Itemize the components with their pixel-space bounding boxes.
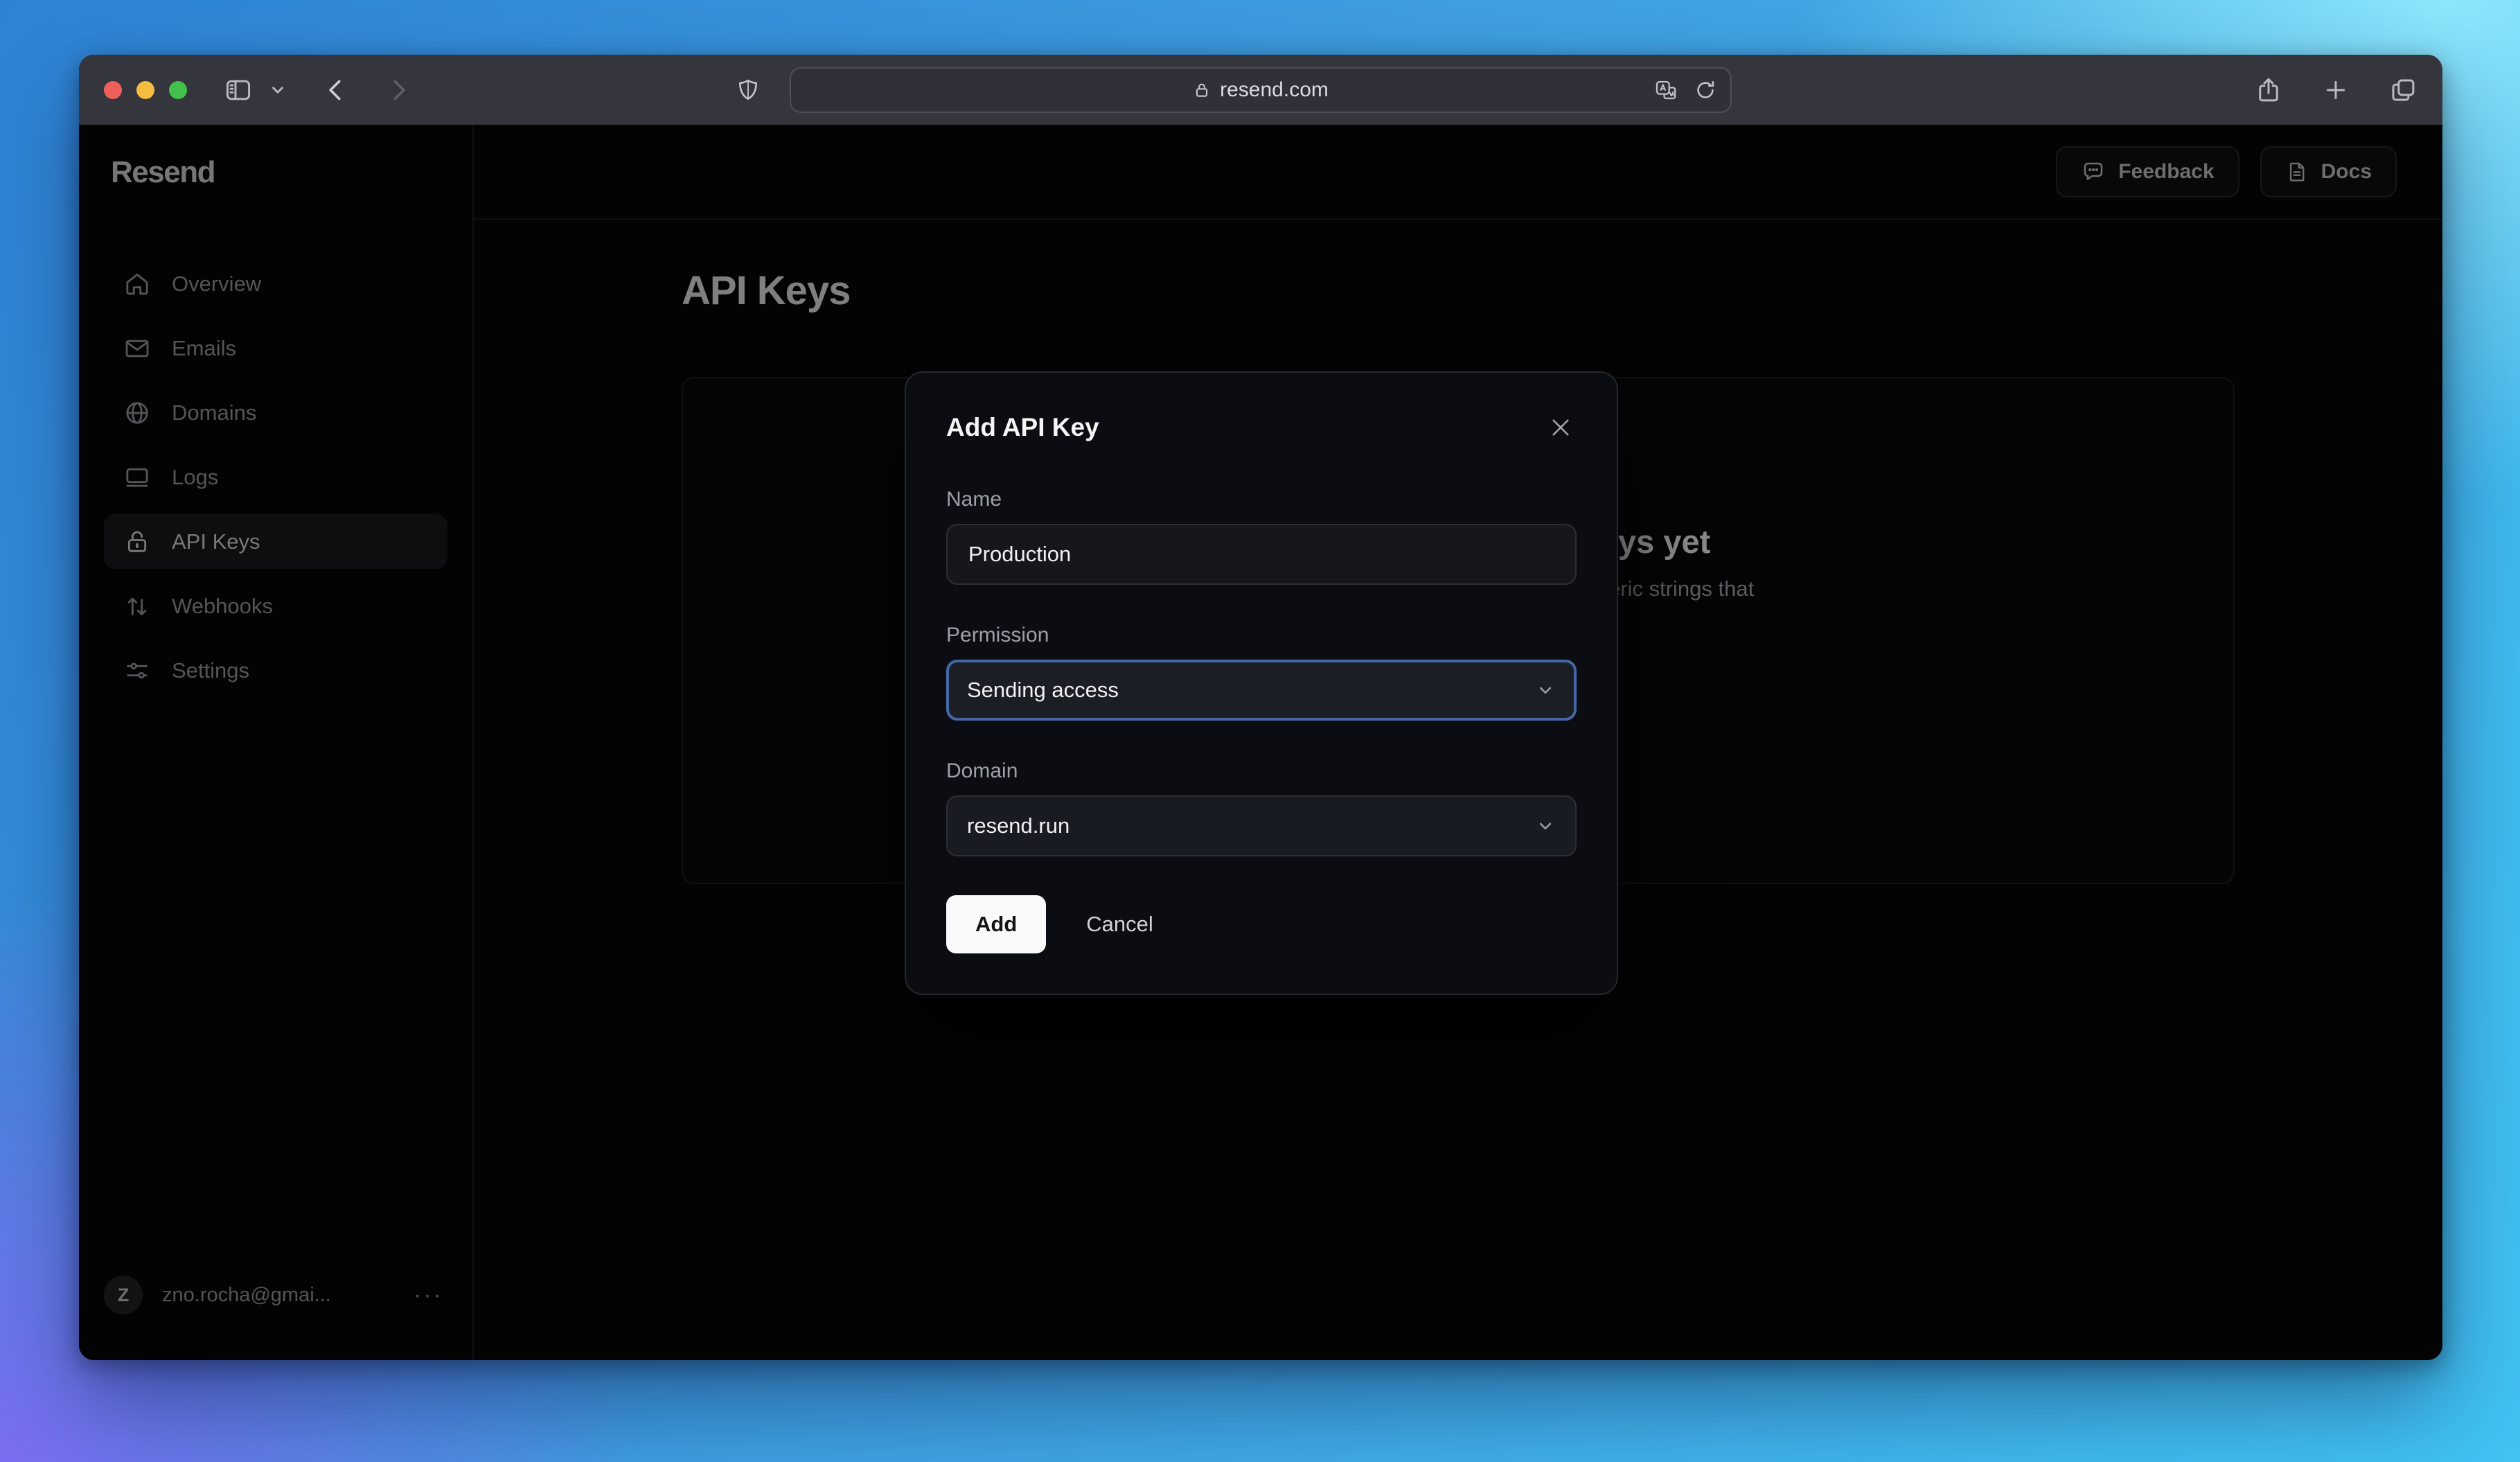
reload-icon[interactable]	[1694, 79, 1716, 101]
close-icon	[1552, 419, 1569, 436]
permission-select[interactable]: Sending access	[946, 660, 1577, 721]
permission-label: Permission	[946, 624, 1049, 646]
add-api-key-modal: Add API Key Name Permission Sending acce…	[905, 371, 1618, 995]
permission-selected-value: Sending access	[967, 678, 1119, 702]
lock-icon	[1193, 81, 1211, 99]
sidebar-toggle-icon[interactable]	[223, 75, 254, 105]
domain-label: Domain	[946, 759, 1018, 782]
cancel-button[interactable]: Cancel	[1086, 912, 1153, 937]
translate-icon[interactable]	[1654, 78, 1678, 102]
tab-overview-icon[interactable]	[2388, 76, 2417, 105]
zoom-window-button[interactable]	[169, 80, 187, 99]
minimize-window-button[interactable]	[136, 80, 154, 99]
close-window-button[interactable]	[104, 80, 122, 99]
privacy-shield-icon[interactable]	[736, 76, 761, 104]
domain-select[interactable]: resend.run	[946, 795, 1577, 856]
close-modal-button[interactable]	[1545, 412, 1577, 443]
modal-title: Add API Key	[946, 413, 1099, 441]
desktop: { "browser": { "url": "resend.com", "win…	[0, 0, 2520, 1462]
browser-window: resend.com Resend Overview Emails Domain…	[79, 55, 2442, 1360]
name-label: Name	[946, 488, 1002, 511]
url-text: resend.com	[1220, 78, 1329, 101]
forward-button-icon[interactable]	[385, 77, 411, 103]
back-button-icon[interactable]	[323, 77, 349, 103]
new-tab-icon[interactable]	[2322, 76, 2350, 104]
name-input[interactable]	[946, 524, 1577, 585]
chevron-down-icon	[1535, 816, 1556, 836]
share-icon[interactable]	[2254, 76, 2283, 105]
browser-titlebar: resend.com	[79, 55, 2442, 125]
chevron-down-icon	[1535, 680, 1556, 701]
add-button[interactable]: Add	[946, 895, 1047, 953]
address-bar[interactable]: resend.com	[790, 67, 1732, 113]
domain-selected-value: resend.run	[967, 813, 1070, 838]
window-controls	[104, 80, 187, 99]
chevron-down-icon[interactable]	[269, 81, 287, 99]
